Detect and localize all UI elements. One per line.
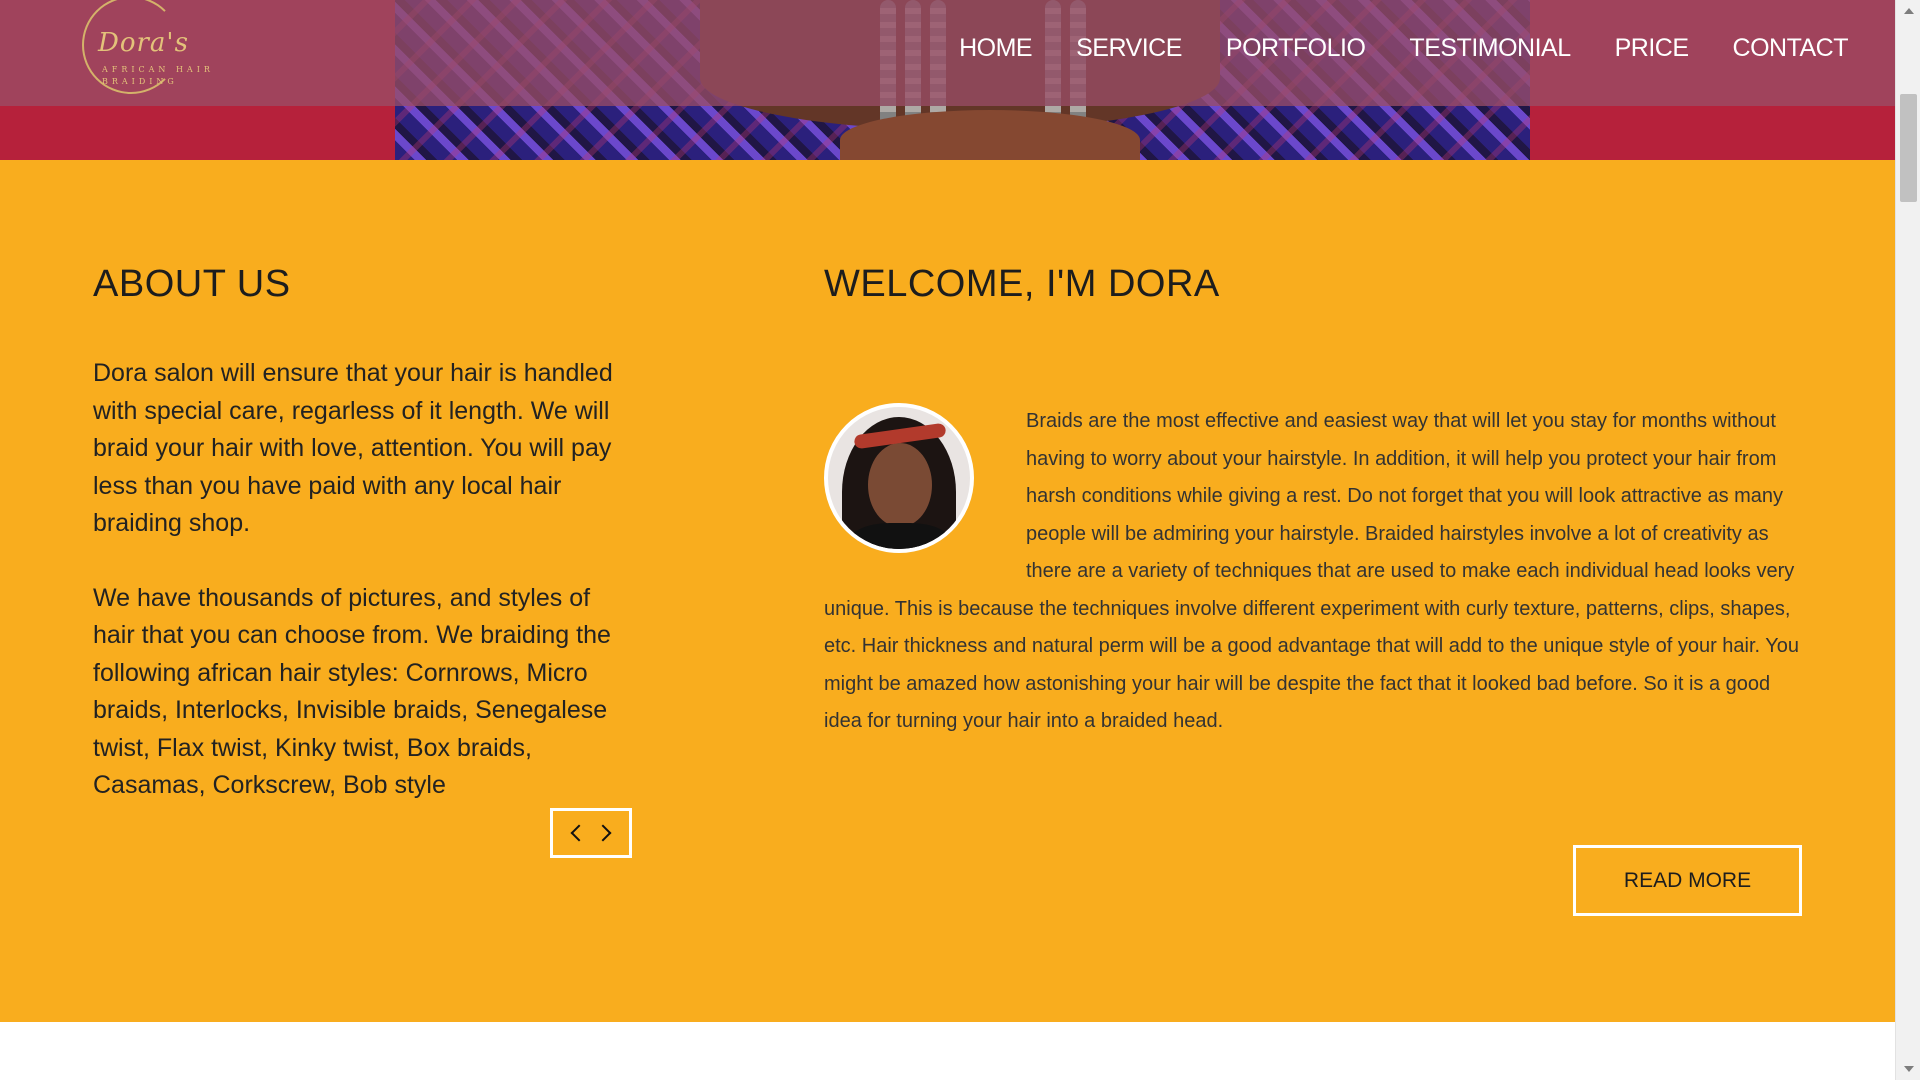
slider-nav[interactable] xyxy=(550,808,632,858)
scroll-up-icon[interactable] xyxy=(1904,8,1914,14)
avatar-face xyxy=(868,443,932,527)
nav-item-price[interactable]: PRICE xyxy=(1615,34,1689,63)
avatar-body xyxy=(848,523,952,549)
about-text: Dora salon will ensure that your hair is… xyxy=(93,355,633,842)
hero-banner: Dora's AFRICAN HAIR BRAIDING HOME SERVIC… xyxy=(0,0,1895,160)
site-logo[interactable]: Dora's AFRICAN HAIR BRAIDING xyxy=(80,0,220,100)
logo-script: Dora's xyxy=(98,28,189,58)
chevron-left-icon[interactable] xyxy=(570,824,588,842)
about-section: ABOUT US Dora salon will ensure that you… xyxy=(0,160,1895,1022)
logo-subtitle: AFRICAN HAIR BRAIDING xyxy=(102,65,214,86)
read-more-button[interactable]: READ MORE xyxy=(1573,845,1802,916)
nav-item-contact[interactable]: CONTACT xyxy=(1733,34,1849,63)
dora-avatar xyxy=(824,403,974,553)
scroll-down-icon[interactable] xyxy=(1904,1066,1914,1072)
hero-shade xyxy=(0,106,1895,160)
scrollbar-thumb[interactable] xyxy=(1900,94,1917,202)
nav-item-testimonial[interactable]: TESTIMONIAL xyxy=(1409,34,1571,63)
nav-item-portfolio[interactable]: PORTFOLIO xyxy=(1226,34,1366,63)
about-us-heading: ABOUT US xyxy=(93,263,291,305)
page-scrollbar[interactable] xyxy=(1895,0,1920,1080)
nav-item-service[interactable]: SERVICE xyxy=(1076,34,1182,63)
welcome-heading: WELCOME, I'M DORA xyxy=(824,263,1220,305)
about-paragraph: Dora salon will ensure that your hair is… xyxy=(93,359,613,537)
about-paragraph: We have thousands of pictures, and style… xyxy=(93,583,611,800)
page: Dora's AFRICAN HAIR BRAIDING HOME SERVIC… xyxy=(0,0,1920,1080)
chevron-right-icon[interactable] xyxy=(594,824,612,842)
welcome-text-block: Braids are the most effective and easies… xyxy=(824,403,1804,741)
nav-item-home[interactable]: HOME xyxy=(959,34,1033,63)
main-nav: HOME SERVICE PORTFOLIO TESTIMONIAL PRICE… xyxy=(959,34,1848,63)
welcome-paragraph: Braids are the most effective and easies… xyxy=(824,410,1800,732)
